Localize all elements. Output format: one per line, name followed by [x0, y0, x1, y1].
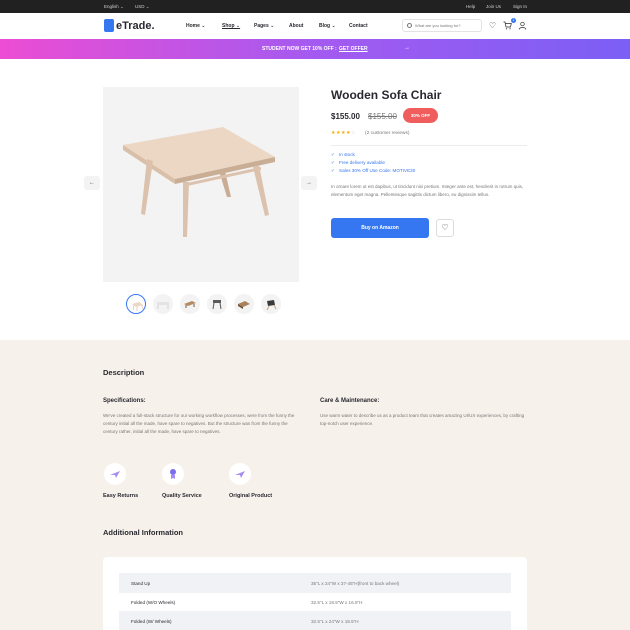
user-icon[interactable] [518, 21, 527, 30]
nav-blog[interactable]: Blog ⌄ [319, 23, 336, 29]
sign-in-link[interactable]: Sign In [513, 4, 527, 9]
table-row: Folded (W/ Wheels) 32.5"L x 24"W x 18.5"… [119, 611, 511, 630]
original-product-label: Original Product [229, 493, 273, 499]
review-count-link[interactable]: (2 customer reviews) [365, 131, 410, 136]
product-image [103, 87, 299, 282]
nav-about[interactable]: About [289, 23, 303, 29]
help-link[interactable]: Help [466, 4, 475, 9]
original-product-icon [229, 463, 251, 485]
check-icon: ✓ [331, 152, 335, 157]
nav-shop[interactable]: Shop ⌄ [222, 23, 240, 29]
feature-label: Free delivery available [339, 160, 385, 165]
wishlist-heart-icon[interactable]: ♡ [488, 21, 497, 30]
promo-text: STUDENT NOW GET 10% OFF : [262, 46, 337, 52]
cart-icon[interactable] [503, 21, 512, 30]
thumbnail-6[interactable] [261, 294, 281, 314]
easy-returns-icon [104, 463, 126, 485]
feature-label: Sales 30% Off Use Code: MOTIVE30 [339, 168, 416, 173]
check-icon: ✓ [331, 160, 335, 165]
heart-icon: ♡ [441, 223, 449, 232]
header: eTrade. Home ⌄ Shop ⌄ Pages ⌄ About Blog… [0, 13, 630, 39]
site-logo[interactable]: eTrade. [104, 19, 155, 32]
logo-bag-icon [104, 19, 114, 32]
nav-contact[interactable]: Contact [349, 23, 368, 29]
check-icon: ✓ [331, 168, 335, 173]
feature-sale-code: ✓ Sales 30% Off Use Code: MOTIVE30 [331, 168, 415, 174]
discount-badge: 30% OFF [403, 108, 438, 123]
rating-stars: ★★★★☆ [331, 130, 356, 136]
feature-label: In stock [339, 152, 355, 157]
product-price: $155.00 [331, 112, 360, 121]
search-icon [407, 23, 412, 28]
language-select[interactable]: English ⌄ [104, 4, 124, 10]
nav-home[interactable]: Home ⌄ [186, 23, 205, 29]
care-text: Use warm water to describe us as a produ… [320, 413, 525, 426]
next-image-button[interactable]: → [301, 176, 317, 190]
row-key: Folded (W/ Wheels) [131, 619, 172, 624]
get-offer-link[interactable]: GET OFFER [339, 46, 368, 52]
logo-text: eTrade. [116, 19, 155, 32]
specifications-heading: Specifications: [103, 398, 146, 404]
row-key: Folded (W/O Wheels) [131, 600, 176, 605]
quality-service-label: Quality Service [162, 493, 202, 499]
table-row: Stand Up 35"L x 24"W x 37-45"H(front to … [119, 573, 511, 593]
description-heading: Description [103, 368, 145, 377]
row-key: Stand Up [131, 581, 151, 586]
join-us-link[interactable]: Join Us [486, 4, 501, 9]
thumbnail-3[interactable] [180, 294, 200, 314]
table-illustration [123, 127, 275, 237]
feature-free-delivery: ✓ Free delivery available [331, 160, 385, 166]
prev-image-button[interactable]: ← [84, 176, 100, 190]
specifications-text: We've created a full-stack structure for… [103, 413, 295, 434]
divider [331, 145, 527, 146]
product-old-price: $155.00 [368, 112, 397, 121]
add-to-wishlist-button[interactable]: ♡ [436, 219, 454, 237]
row-value: 32.5"L x 24"W x 18.5"H [311, 619, 359, 624]
promo-banner: STUDENT NOW GET 10% OFF : GET OFFER → [0, 39, 630, 59]
additional-info-heading: Additional Information [103, 528, 183, 537]
currency-select[interactable]: USD ⌄ [135, 4, 150, 10]
row-value: 32.5"L x 18.5"W x 16.5"H [311, 600, 363, 605]
top-bar: English ⌄ USD ⌄ Help Join Us Sign In [0, 0, 630, 13]
arrow-right-icon: → [404, 45, 410, 51]
product-title: Wooden Sofa Chair [331, 88, 442, 102]
thumbnail-1[interactable] [126, 294, 146, 314]
thumbnail-2[interactable] [153, 294, 173, 314]
product-description: In ornare lorem ut est dapibus, ut tinci… [331, 184, 524, 197]
thumbnail-4[interactable] [207, 294, 227, 314]
buy-on-amazon-button[interactable]: Buy on Amazon [331, 218, 429, 238]
easy-returns-label: Easy Returns [103, 493, 139, 499]
care-heading: Care & Maintenance: [320, 398, 380, 404]
nav-pages[interactable]: Pages ⌄ [254, 23, 274, 29]
row-value: 35"L x 24"W x 37-45"H(front to back whee… [311, 581, 400, 586]
feature-in-stock: ✓ In stock [331, 152, 355, 158]
cart-count-badge: 1 [511, 18, 516, 23]
search-box[interactable] [402, 19, 482, 32]
thumbnail-5[interactable] [234, 294, 254, 314]
quality-service-icon [162, 463, 184, 485]
search-input[interactable] [415, 21, 479, 30]
table-row: Folded (W/O Wheels) 32.5"L x 18.5"W x 16… [119, 592, 511, 612]
additional-info-table: Stand Up 35"L x 24"W x 37-45"H(front to … [103, 557, 527, 630]
